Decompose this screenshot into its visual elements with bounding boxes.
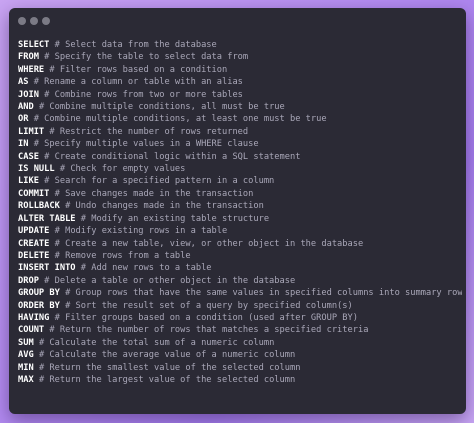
code-comment: # Modify an existing table structure <box>80 213 270 224</box>
code-comment: # Combine rows from two or more tables <box>44 89 243 100</box>
code-comment: # Undo changes made in the transaction <box>65 201 264 212</box>
code-comment: # Group rows that have the same values i… <box>65 288 462 299</box>
code-comment: # Return the smallest value of the selec… <box>38 362 301 373</box>
code-line: ROLLBACK # Undo changes made in the tran… <box>18 200 462 212</box>
code-line: MIN # Return the smallest value of the s… <box>18 362 462 374</box>
code-window: SELECT # Select data from the database FR… <box>9 8 466 414</box>
code-comment: # Filter rows based on a condition <box>49 64 228 75</box>
sql-keyword: DELETE <box>18 250 50 261</box>
code-line: GROUP BY # Group rows that have the same… <box>18 287 462 299</box>
code-line: AND # Combine multiple conditions, all m… <box>18 101 462 113</box>
sql-keyword: COUNT <box>18 325 45 336</box>
sql-keyword: COMMIT <box>18 188 50 199</box>
sql-keyword: JOIN <box>18 89 39 100</box>
code-line: FROM # Specify the table to select data … <box>18 51 462 63</box>
code-line: HAVING # Filter groups based on a condit… <box>18 312 462 324</box>
sql-keyword: LIKE <box>18 176 39 187</box>
code-line: ORDER BY # Sort the result set of a quer… <box>18 300 462 312</box>
code-line: SELECT # Select data from the database <box>18 39 462 51</box>
code-line: IN # Specify multiple values in a WHERE … <box>18 138 462 150</box>
sql-keyword: HAVING <box>18 312 50 323</box>
sql-keyword: LIMIT <box>18 126 45 137</box>
sql-keyword: ROLLBACK <box>18 201 60 212</box>
sql-keyword: AS <box>18 77 29 88</box>
code-comment: # Search for a specified pattern in a co… <box>44 176 275 187</box>
code-comment: # Restrict the number of rows returned <box>49 126 249 137</box>
code-comment: # Filter groups based on a condition (us… <box>54 312 358 323</box>
code-line: WHERE # Filter rows based on a condition <box>18 64 462 76</box>
sql-keyword: DROP <box>18 275 39 286</box>
sql-keyword: FROM <box>18 52 39 63</box>
sql-keyword: AND <box>18 102 34 113</box>
minimize-dot-icon[interactable] <box>30 17 38 25</box>
code-comment: # Modify existing rows in a table <box>54 226 228 237</box>
code-comment: # Calculate the average value of a numer… <box>38 350 296 361</box>
maximize-dot-icon[interactable] <box>42 17 50 25</box>
code-comment: # Delete a table or other object in the … <box>44 275 296 286</box>
code-comment: # Check for empty values <box>59 164 186 175</box>
sql-keyword: MAX <box>18 374 34 385</box>
code-line: LIMIT # Restrict the number of rows retu… <box>18 126 462 138</box>
sql-keyword: ALTER TABLE <box>18 213 76 224</box>
sql-keyword: ORDER BY <box>18 300 60 311</box>
code-comment: # Combine multiple conditions, all must … <box>38 102 285 113</box>
sql-keyword: IS NULL <box>18 164 55 175</box>
code-line: CREATE # Create a new table, view, or ot… <box>18 238 462 250</box>
code-line: UPDATE # Modify existing rows in a table <box>18 225 462 237</box>
sql-keyword: IN <box>18 139 29 150</box>
sql-keyword: UPDATE <box>18 226 50 237</box>
code-line: DROP # Delete a table or other object in… <box>18 275 462 287</box>
code-block: SELECT # Select data from the database FR… <box>18 39 462 386</box>
code-comment: # Add new rows to a table <box>80 263 212 274</box>
sql-keyword: OR <box>18 114 29 125</box>
code-comment: # Create conditional logic within a SQL … <box>44 151 301 162</box>
code-comment: # Specify multiple values in a WHERE cla… <box>33 139 259 150</box>
sql-keyword: CASE <box>18 151 39 162</box>
code-comment: # Create a new table, view, or other obj… <box>54 238 364 249</box>
code-comment: # Specify the table to select data from <box>44 52 249 63</box>
sql-keyword: WHERE <box>18 64 45 75</box>
code-line: AS # Rename a column or table with an al… <box>18 76 462 88</box>
code-comment: # Remove rows from a table <box>54 250 191 261</box>
code-comment: # Save changes made in the transaction <box>54 188 254 199</box>
code-line: SUM # Calculate the total sum of a numer… <box>18 337 462 349</box>
code-line: INSERT INTO # Add new rows to a table <box>18 262 462 274</box>
code-line: JOIN # Combine rows from two or more tab… <box>18 89 462 101</box>
sql-keyword: AVG <box>18 350 34 361</box>
code-line: MAX # Return the largest value of the se… <box>18 374 462 386</box>
sql-keyword: SUM <box>18 337 34 348</box>
sql-keyword: INSERT INTO <box>18 263 76 274</box>
code-line: COMMIT # Save changes made in the transa… <box>18 188 462 200</box>
sql-keyword: GROUP BY <box>18 288 60 299</box>
code-line: IS NULL # Check for empty values <box>18 163 462 175</box>
code-comment: # Rename a column or table with an alias <box>33 77 243 88</box>
code-comment: # Combine multiple conditions, at least … <box>33 114 327 125</box>
code-line: OR # Combine multiple conditions, at lea… <box>18 113 462 125</box>
code-line: DELETE # Remove rows from a table <box>18 250 462 262</box>
code-line: ALTER TABLE # Modify an existing table s… <box>18 213 462 225</box>
sql-keyword: SELECT <box>18 40 50 50</box>
code-line: LIKE # Search for a specified pattern in… <box>18 175 462 187</box>
code-comment: # Calculate the total sum of a numeric c… <box>38 337 275 348</box>
window-titlebar <box>9 8 466 34</box>
code-comment: # Select data from the database <box>54 40 217 50</box>
code-line: AVG # Calculate the average value of a n… <box>18 349 462 361</box>
code-comment: # Sort the result set of a query by spec… <box>65 300 353 311</box>
sql-keyword: CREATE <box>18 238 50 249</box>
sql-keyword: MIN <box>18 362 34 373</box>
code-line: CASE # Create conditional logic within a… <box>18 151 462 163</box>
code-comment: # Return the number of rows that matches… <box>49 325 369 336</box>
code-line: COUNT # Return the number of rows that m… <box>18 324 462 336</box>
code-comment: # Return the largest value of the select… <box>38 374 296 385</box>
close-dot-icon[interactable] <box>18 17 26 25</box>
